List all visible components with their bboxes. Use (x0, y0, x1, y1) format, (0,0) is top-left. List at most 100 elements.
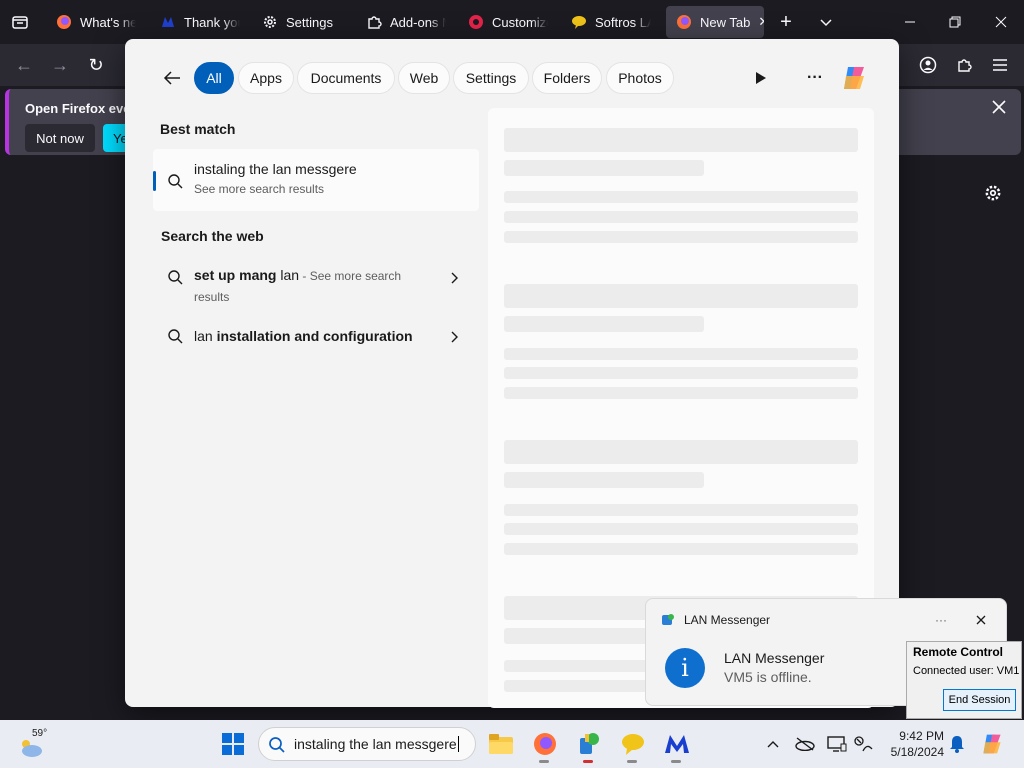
show-hidden-icons-chevron-icon[interactable] (758, 729, 788, 759)
web-result-2-text: lan (194, 328, 217, 344)
info-icon: i (665, 648, 705, 688)
filter-folders[interactable]: Folders (532, 62, 602, 94)
filter-settings[interactable]: Settings (453, 62, 529, 94)
skeleton-line (504, 231, 858, 243)
close-notification-icon[interactable] (989, 97, 1009, 117)
restore-icon[interactable] (945, 10, 965, 34)
network-status-icon[interactable] (848, 729, 878, 759)
remote-control-panel: Remote Control Connected user: VM1 End S… (906, 641, 1022, 719)
account-icon[interactable] (918, 55, 938, 75)
skeleton-line (504, 523, 858, 535)
clock[interactable]: 9:42 PM 5/18/2024 (880, 728, 944, 760)
toast-message: VM5 is offline. (724, 669, 812, 685)
running-indicator (671, 760, 681, 763)
web-result-1-bold: set up mang (194, 267, 277, 283)
web-result-2[interactable]: lan installation and configuration (153, 324, 479, 350)
lan-messenger-taskbar-icon[interactable] (574, 729, 604, 759)
skeleton-line (504, 504, 858, 516)
toast-close-icon[interactable] (972, 611, 990, 629)
tab-new-tab[interactable]: New Tab ✕ (666, 6, 764, 38)
softros-taskbar-icon[interactable] (618, 729, 648, 759)
malwarebytes-icon (160, 14, 176, 30)
onedrive-offline-icon[interactable] (790, 729, 820, 759)
copilot-taskbar-icon[interactable] (977, 729, 1007, 759)
browser-tab-bar: What's new Thank you Settings Add-ons Ma… (0, 0, 1024, 44)
skeleton-line (504, 440, 858, 464)
skeleton-line (504, 160, 704, 176)
best-match-heading: Best match (160, 121, 236, 137)
selection-indicator (153, 171, 156, 191)
notification-bell-icon[interactable] (942, 729, 972, 759)
chevron-right-icon (449, 271, 461, 285)
running-indicator (583, 760, 593, 763)
back-arrow-icon[interactable]: ← (14, 55, 34, 75)
filter-photos[interactable]: Photos (606, 62, 674, 94)
firefox-icon (468, 14, 484, 30)
best-match-result[interactable]: instaling the lan messgere See more sear… (153, 149, 479, 211)
copilot-icon[interactable] (839, 63, 869, 93)
firefox-icon (56, 14, 72, 30)
more-options-icon[interactable]: ··· (805, 69, 825, 87)
filter-all[interactable]: All (194, 62, 234, 94)
skeleton-line (504, 284, 858, 308)
chevron-down-icon[interactable] (815, 10, 837, 34)
extensions-icon[interactable] (954, 55, 974, 75)
lan-messenger-app-icon (661, 613, 675, 627)
web-result-2-bold: installation and configuration (216, 328, 413, 344)
weather-widget[interactable]: 59° (16, 728, 56, 763)
running-indicator (627, 760, 637, 763)
close-window-icon[interactable] (991, 10, 1011, 34)
remote-control-title: Remote Control (913, 645, 1003, 659)
firefox-taskbar-icon[interactable] (530, 729, 560, 759)
tab-customize[interactable]: Customize (458, 6, 558, 38)
tab-softros-lan[interactable]: Softros LAN (561, 6, 661, 38)
web-result-1-suffix-2: results (194, 290, 230, 304)
clock-date: 5/18/2024 (890, 745, 944, 759)
page-settings-gear-icon[interactable] (982, 182, 1004, 204)
filter-web[interactable]: Web (398, 62, 450, 94)
clock-time: 9:42 PM (899, 729, 944, 743)
end-session-button[interactable]: End Session (943, 689, 1016, 711)
play-more-filters-icon[interactable] (752, 69, 770, 87)
new-tab-plus-icon[interactable]: + (775, 10, 797, 34)
puzzle-icon (366, 14, 382, 30)
web-result-1-text: lan (276, 267, 300, 283)
search-icon (268, 736, 286, 754)
best-match-subtitle: See more search results (194, 182, 325, 196)
forward-arrow-icon[interactable]: → (50, 55, 70, 75)
filter-apps[interactable]: Apps (238, 62, 294, 94)
minimize-icon[interactable] (900, 10, 920, 34)
tab-settings[interactable]: Settings (252, 6, 352, 38)
gear-icon (262, 14, 278, 30)
toast-title: LAN Messenger (724, 650, 825, 666)
tab-thank-you[interactable]: Thank you (150, 6, 250, 38)
windows-start-icon[interactable] (218, 729, 248, 759)
reload-icon[interactable]: ↻ (86, 55, 106, 75)
skeleton-line (504, 367, 858, 379)
filter-documents[interactable]: Documents (297, 62, 395, 94)
menu-hamburger-icon[interactable] (990, 55, 1010, 75)
best-match-title: instaling the lan messgere (194, 161, 357, 177)
taskbar-search-input[interactable]: instaling the lan messgere (294, 736, 459, 752)
connected-user-text: Connected user: VM1 (913, 665, 1020, 677)
taskbar-search-box[interactable]: instaling the lan messgere (258, 727, 476, 761)
running-indicator (539, 760, 549, 763)
back-arrow-icon[interactable] (161, 67, 183, 89)
weather-cloud-icon (18, 737, 44, 759)
skeleton-line (504, 191, 858, 203)
chevron-right-icon (449, 330, 461, 344)
web-result-1[interactable]: set up mang lan - See more search result… (153, 261, 479, 309)
close-tab-icon[interactable]: ✕ (758, 14, 764, 30)
tab-list-icon[interactable] (8, 10, 32, 34)
toast-app-name: LAN Messenger (684, 613, 771, 627)
firefox-icon (676, 14, 692, 30)
not-now-button[interactable]: Not now (25, 124, 95, 152)
web-result-1-suffix: - See more search (299, 269, 402, 283)
tab-whats-new[interactable]: What's new (46, 6, 146, 38)
search-icon (167, 269, 183, 285)
malwarebytes-taskbar-icon[interactable] (662, 729, 692, 759)
toast-more-icon[interactable]: ··· (932, 611, 950, 629)
file-explorer-icon[interactable] (486, 729, 516, 759)
skeleton-line (504, 316, 704, 332)
tab-addons-manager[interactable]: Add-ons Manager (356, 6, 456, 38)
